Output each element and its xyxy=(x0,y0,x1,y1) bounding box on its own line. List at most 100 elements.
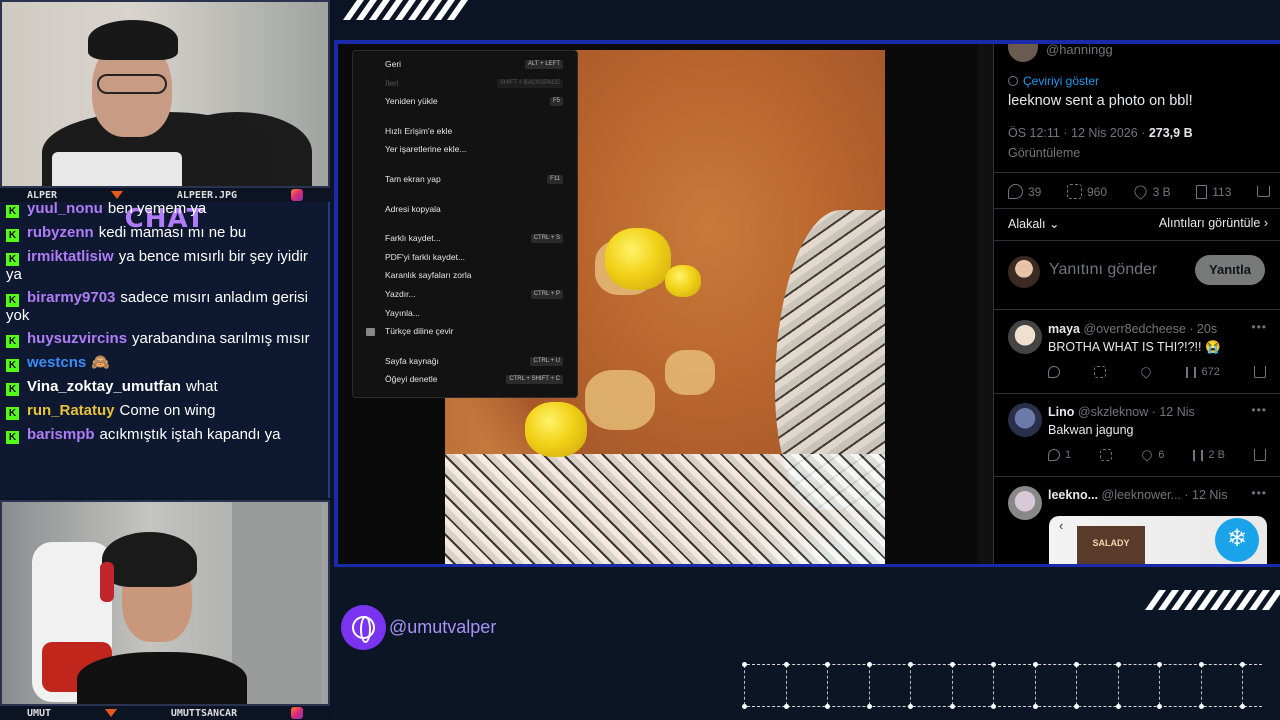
overlay-grid-decoration xyxy=(742,660,1262,710)
like-button[interactable]: 6 xyxy=(1140,448,1164,462)
menu-item[interactable]: Farklı kaydet... CTRL + S xyxy=(353,229,577,248)
chevron-left-icon[interactable]: ‹ xyxy=(1059,518,1063,533)
like-icon[interactable] xyxy=(1139,365,1154,379)
retweet-button[interactable]: 960 xyxy=(1066,184,1107,199)
kick-icon: K xyxy=(6,383,19,396)
chat-text: 🙈 xyxy=(91,354,110,371)
grid-line xyxy=(1242,665,1243,705)
grid-dot xyxy=(742,704,747,709)
webcam-alper xyxy=(0,0,330,188)
grid-line xyxy=(1034,665,1036,705)
menu-item[interactable]: Yayınla... xyxy=(353,304,577,323)
menu-item[interactable]: Yeniden yükle F5 xyxy=(353,92,577,111)
chat-message: Kirmiktatlisiw ya bence mısırlı bir şey i… xyxy=(6,248,324,283)
reply-submit-button[interactable]: Yanıtla xyxy=(1195,255,1265,285)
like-icon xyxy=(1131,183,1149,200)
tweet-meta: ÖS 12:11 · 12 Nis 2026 · 273,9 B xyxy=(1008,126,1193,140)
reply-icon[interactable] xyxy=(1048,366,1060,378)
globe-icon xyxy=(352,616,375,643)
chat-message: Khuysuzvircins yarabandına sarılmış mısır xyxy=(6,330,324,348)
share-icon[interactable] xyxy=(1253,449,1266,461)
menu-item-shortcut: SHIFT + BACKSPACE xyxy=(496,78,563,88)
views-button[interactable]: 2 B xyxy=(1193,449,1225,461)
chat-text: yarabandına sarılmış mısır xyxy=(132,330,310,347)
menu-item[interactable]: Yer işaretlerine ekle... xyxy=(353,140,577,159)
menu-item-label: Öğeyi denetle xyxy=(385,374,438,385)
view-quotes-link[interactable]: Alıntıları görüntüle › xyxy=(1159,216,1268,230)
share-icon[interactable] xyxy=(1253,366,1266,378)
snowflake-icon: ❄ xyxy=(1215,518,1259,562)
chat-username[interactable]: huysuzvircins xyxy=(27,330,127,347)
grid-dot xyxy=(908,662,913,667)
menu-item: İleri SHIFT + BACKSPACE xyxy=(353,74,577,93)
menu-separator xyxy=(353,341,577,352)
chat-username[interactable]: irmiktatlisiw xyxy=(27,248,114,265)
chat-username[interactable]: westcns xyxy=(27,354,86,371)
reply-media-card[interactable]: ‹ SALADY ❄ xyxy=(1049,516,1267,564)
more-icon[interactable]: ••• xyxy=(1251,403,1267,417)
menu-item[interactable]: Tam ekran yap F11 xyxy=(353,170,577,189)
tweet-time[interactable]: ÖS 12:11 · 12 Nis 2026 · xyxy=(1008,126,1149,140)
grid-line xyxy=(744,665,745,705)
retweet-icon[interactable] xyxy=(1094,366,1107,378)
retweet-icon[interactable] xyxy=(1100,449,1113,461)
reply-avatar[interactable] xyxy=(1008,486,1042,520)
menu-item-label: Hızlı Erişim'e ekle xyxy=(385,125,453,136)
menu-item-shortcut: CTRL + P xyxy=(530,289,563,299)
reply-input[interactable]: Yanıtını gönder xyxy=(1049,261,1157,279)
reply-author[interactable]: leekno... @leeknower... · 12 Nis xyxy=(1048,488,1227,502)
menu-item-label: Yer işaretlerine ekle... xyxy=(385,144,467,155)
grid-dot xyxy=(1240,662,1245,667)
cam-top-left-label: ALPER xyxy=(26,189,58,201)
menu-item-label: Karanlık sayfaları zorla xyxy=(385,270,472,281)
chat-text: what xyxy=(185,378,218,395)
chat-message: Kwestcns 🙈 xyxy=(6,354,324,372)
menu-item[interactable]: Geri ALT + LEFT xyxy=(353,55,577,74)
reply-author[interactable]: maya @overr8edcheese · 20s xyxy=(1048,322,1217,336)
bookmark-icon xyxy=(1196,184,1208,199)
more-icon[interactable]: ••• xyxy=(1251,486,1267,500)
menu-item-label: Yayınla... xyxy=(385,307,420,318)
reply-count: 39 xyxy=(1028,184,1042,199)
menu-item[interactable]: Türkçe diline çevir xyxy=(353,322,577,341)
translate-icon xyxy=(366,328,375,337)
views-icon xyxy=(1186,366,1197,378)
chat-username[interactable]: barismpb xyxy=(27,426,95,443)
reply-avatar[interactable] xyxy=(1008,320,1042,354)
translate-link[interactable]: Çeviriyi göster xyxy=(1008,74,1099,88)
chat-username[interactable]: Vina_zoktay_umutfan xyxy=(27,378,181,395)
tweet-author-handle[interactable]: @hanningg xyxy=(1046,44,1113,57)
menu-item-label: İleri xyxy=(385,77,399,88)
translate-label: Çeviriyi göster xyxy=(1023,74,1100,88)
menu-item[interactable]: Öğeyi denetle CTRL + SHIFT + C xyxy=(353,370,577,389)
menu-item[interactable]: Karanlık sayfaları zorla xyxy=(353,266,577,285)
menu-item[interactable]: Sayfa kaynağı CTRL + U xyxy=(353,352,577,371)
tweet-author-avatar[interactable] xyxy=(1008,44,1038,62)
chat-username[interactable]: rubyzenn xyxy=(27,224,94,241)
reply-button[interactable]: 39 xyxy=(1008,184,1041,199)
triangle-icon xyxy=(110,191,123,199)
cam-bottom-left-label: UMUT xyxy=(26,707,52,719)
menu-item[interactable]: Yazdır... CTRL + P xyxy=(353,285,577,304)
like-button[interactable]: 3 B xyxy=(1131,183,1171,200)
share-button[interactable] xyxy=(1256,186,1270,197)
reply-avatar[interactable] xyxy=(1008,403,1042,437)
menu-item[interactable]: PDF'yi farklı kaydet... xyxy=(353,248,577,267)
sort-dropdown[interactable]: Alakalı ⌄ xyxy=(1008,216,1059,231)
chat-username[interactable]: birarmy9703 xyxy=(27,289,115,306)
cam-bottom-right-label: UMUTTSANCAR xyxy=(170,707,238,719)
reply-button[interactable]: 1 xyxy=(1048,449,1071,461)
chat-text: Come on wing xyxy=(119,402,216,419)
views-button[interactable]: 672 xyxy=(1186,366,1220,378)
more-icon[interactable]: ••• xyxy=(1251,320,1267,334)
grid-dot xyxy=(949,704,955,709)
reply-author[interactable]: Lino @skzleknow · 12 Nis xyxy=(1048,405,1195,419)
overlay-stripes-right xyxy=(1144,590,1280,610)
chat-username[interactable]: run_Ratatuy xyxy=(27,402,115,419)
menu-item[interactable]: Adresi kopyala xyxy=(353,200,577,219)
menu-item[interactable]: Hızlı Erişim'e ekle xyxy=(353,122,577,141)
bookmark-button[interactable]: 113 xyxy=(1196,184,1231,199)
menu-separator xyxy=(353,189,577,200)
chat-username[interactable]: yuul_nonu xyxy=(27,202,103,217)
views-icon xyxy=(1193,449,1204,461)
